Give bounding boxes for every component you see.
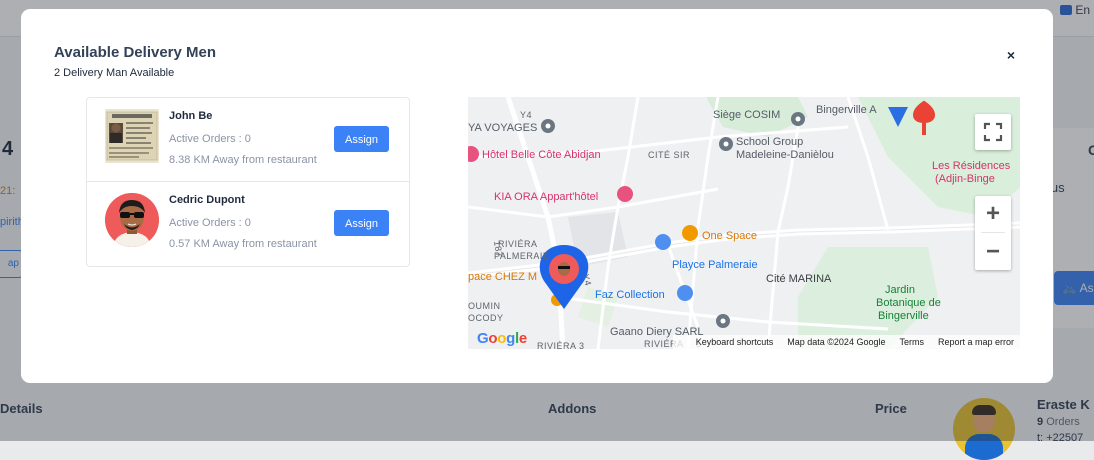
map-label: OCODY <box>468 313 504 323</box>
map-label: School Group <box>736 136 804 148</box>
map-label: KIA ORA Appart'hôtel <box>494 191 599 203</box>
list-item: John Be Active Orders : 0 8.38 KM Away f… <box>87 98 409 181</box>
delivery-man-name: Cedric Dupont <box>169 194 245 206</box>
delivery-map[interactable]: YA VOYAGES Siège COSIM Bingerville A Hôt… <box>468 97 1020 349</box>
modal-subtitle: 2 Delivery Man Available <box>54 67 175 79</box>
active-orders: Active Orders : 0 <box>169 217 251 229</box>
map-label: Bingerville A <box>816 104 877 116</box>
map-label: Y4 <box>520 110 533 120</box>
map-label: Siège COSIM <box>713 109 781 121</box>
delivery-man-name: John Be <box>169 110 213 122</box>
map-label: Les Résidences <box>932 160 1011 172</box>
map-label: OUMIN <box>468 301 501 311</box>
list-item: Cedric Dupont Active Orders : 0 0.57 KM … <box>87 181 409 265</box>
map-label: YA VOYAGES <box>468 122 538 134</box>
map-label: Playce Palmeraie <box>672 259 758 271</box>
avatar <box>105 109 159 163</box>
map-label: Hôtel Belle Côte Abidjan <box>482 149 601 161</box>
zoom-out-button[interactable]: − <box>975 234 1011 270</box>
map-label: pace CHEZ M <box>468 271 538 283</box>
google-logo: Google <box>477 330 527 347</box>
map-label: Bingerville <box>878 310 929 322</box>
map-attribution: Keyboard shortcuts Map data ©2024 Google… <box>673 335 1020 349</box>
map-label: Cité MARINA <box>766 273 832 285</box>
delivery-men-modal: Available Delivery Men 2 Delivery Man Av… <box>21 9 1053 383</box>
avatar <box>105 193 159 247</box>
map-label: One Space <box>702 230 758 242</box>
terms-link[interactable]: Terms <box>899 337 924 347</box>
map-label: Faz Collection <box>595 289 665 301</box>
map-label: Jardin <box>885 284 915 296</box>
distance: 0.57 KM Away from restaurant <box>169 238 317 250</box>
map-label: Madeleine-Danièlou <box>736 149 834 161</box>
close-button[interactable]: × <box>1001 45 1021 65</box>
active-orders: Active Orders : 0 <box>169 133 251 145</box>
map-roads <box>468 97 1020 349</box>
map-label: (Adjin-Binge <box>935 173 995 185</box>
modal-title: Available Delivery Men <box>54 44 217 61</box>
zoom-controls: + − <box>975 196 1011 270</box>
report-map-error-link[interactable]: Report a map error <box>938 337 1014 347</box>
fullscreen-icon <box>983 122 1003 142</box>
fullscreen-button[interactable] <box>975 114 1011 150</box>
map-label: Botanique de <box>876 297 941 309</box>
distance: 8.38 KM Away from restaurant <box>169 154 317 166</box>
map-label: RIVIÉRA <box>498 239 538 249</box>
map-data-text: Map data ©2024 Google <box>787 337 886 347</box>
keyboard-shortcuts-link[interactable]: Keyboard shortcuts <box>696 337 774 347</box>
map-label: CITÉ SIR <box>648 150 691 160</box>
zoom-in-button[interactable]: + <box>975 196 1011 232</box>
map-label: RIVIÉRA 3 <box>537 341 585 349</box>
assign-button[interactable]: Assign <box>334 126 389 152</box>
delivery-men-list: John Be Active Orders : 0 8.38 KM Away f… <box>86 97 410 267</box>
assign-button[interactable]: Assign <box>334 210 389 236</box>
